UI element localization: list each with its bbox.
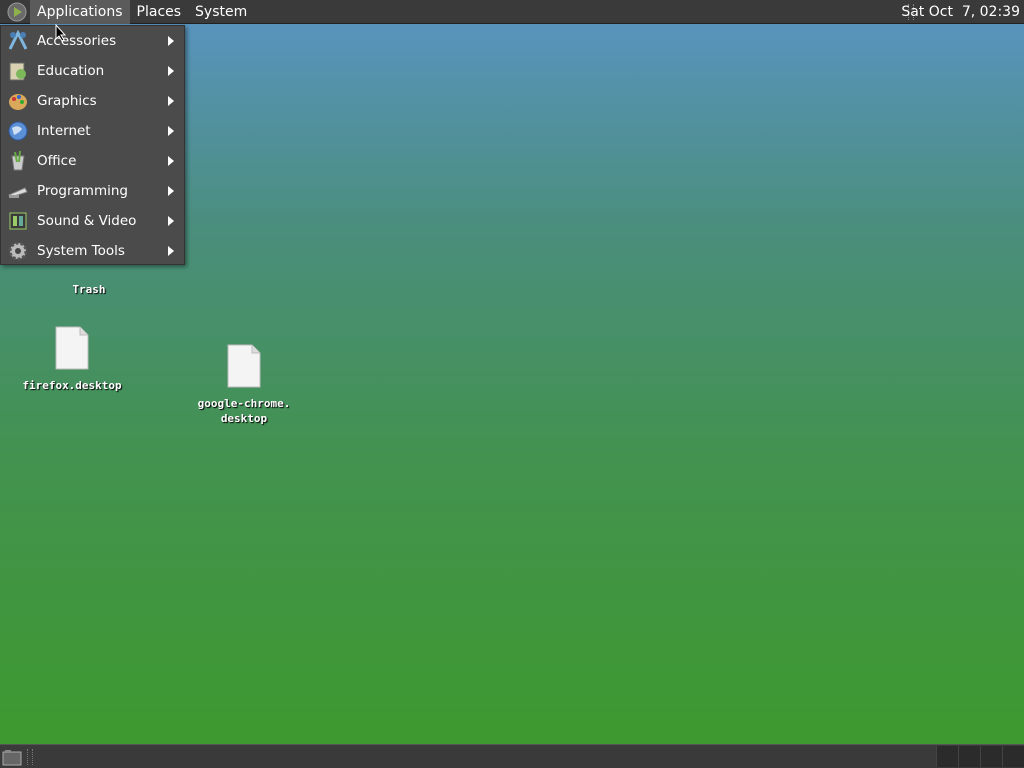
submenu-arrow-icon [168,216,174,226]
submenu-arrow-icon [168,36,174,46]
show-desktop-icon[interactable] [2,748,22,766]
menu-item-system-tools[interactable]: System Tools [1,236,184,266]
submenu-arrow-icon [168,156,174,166]
desktop-icon-label: google-chrome. desktop [197,397,291,425]
menu-item-label: Education [37,63,105,79]
submenu-arrow-icon [168,186,174,196]
desktop-icon-label: Trash [72,283,106,296]
menu-item-label: Sound & Video [37,213,137,229]
desktop-icon-google-chrome[interactable]: google-chrome. desktop [186,329,302,426]
system-tools-icon [7,240,29,262]
programming-icon [7,180,29,202]
distro-logo-icon [7,2,27,21]
places-menu-button[interactable]: Places [130,0,189,24]
accessories-icon [7,30,29,52]
clock[interactable]: Sat Oct 7, 02:39 [901,0,1020,24]
menu-item-accessories[interactable]: Accessories [1,26,184,56]
workspace-1[interactable] [936,746,958,767]
menu-item-internet[interactable]: Internet [1,116,184,146]
menu-item-label: Programming [37,183,128,199]
system-menu-button[interactable]: System [188,0,254,24]
sound-video-icon [7,210,29,232]
panel-handle[interactable] [27,749,33,765]
submenu-arrow-icon [168,126,174,136]
graphics-icon [7,90,29,112]
menu-item-programming[interactable]: Programming [1,176,184,206]
desktop-icon-firefox[interactable]: firefox.desktop [14,326,130,393]
top-panel: Applications Places System Sat Oct 7, 02… [0,0,1024,24]
file-icon [227,344,261,388]
menu-item-graphics[interactable]: Graphics [1,86,184,116]
submenu-arrow-icon [168,66,174,76]
applications-menu: Accessories Education Graphics Internet … [0,25,185,265]
workspace-2[interactable] [958,746,980,767]
workspace-3[interactable] [980,746,1002,767]
education-icon [7,60,29,82]
internet-icon [7,120,29,142]
menu-item-sound-video[interactable]: Sound & Video [1,206,184,236]
file-icon [55,326,89,370]
menu-item-label: Accessories [37,33,117,49]
menu-item-label: Graphics [37,93,97,109]
submenu-arrow-icon [168,246,174,256]
menu-item-education[interactable]: Education [1,56,184,86]
menu-item-label: Office [37,153,77,169]
menu-item-label: System Tools [37,243,125,259]
desktop-icon-label: firefox.desktop [22,379,122,392]
applications-menu-button[interactable]: Applications [30,0,130,24]
mouse-cursor-icon [55,24,67,42]
bottom-panel [0,744,1024,768]
workspace-4[interactable] [1002,746,1024,767]
menu-item-office[interactable]: Office [1,146,184,176]
menu-item-label: Internet [37,123,91,139]
office-icon [7,150,29,172]
submenu-arrow-icon [168,96,174,106]
